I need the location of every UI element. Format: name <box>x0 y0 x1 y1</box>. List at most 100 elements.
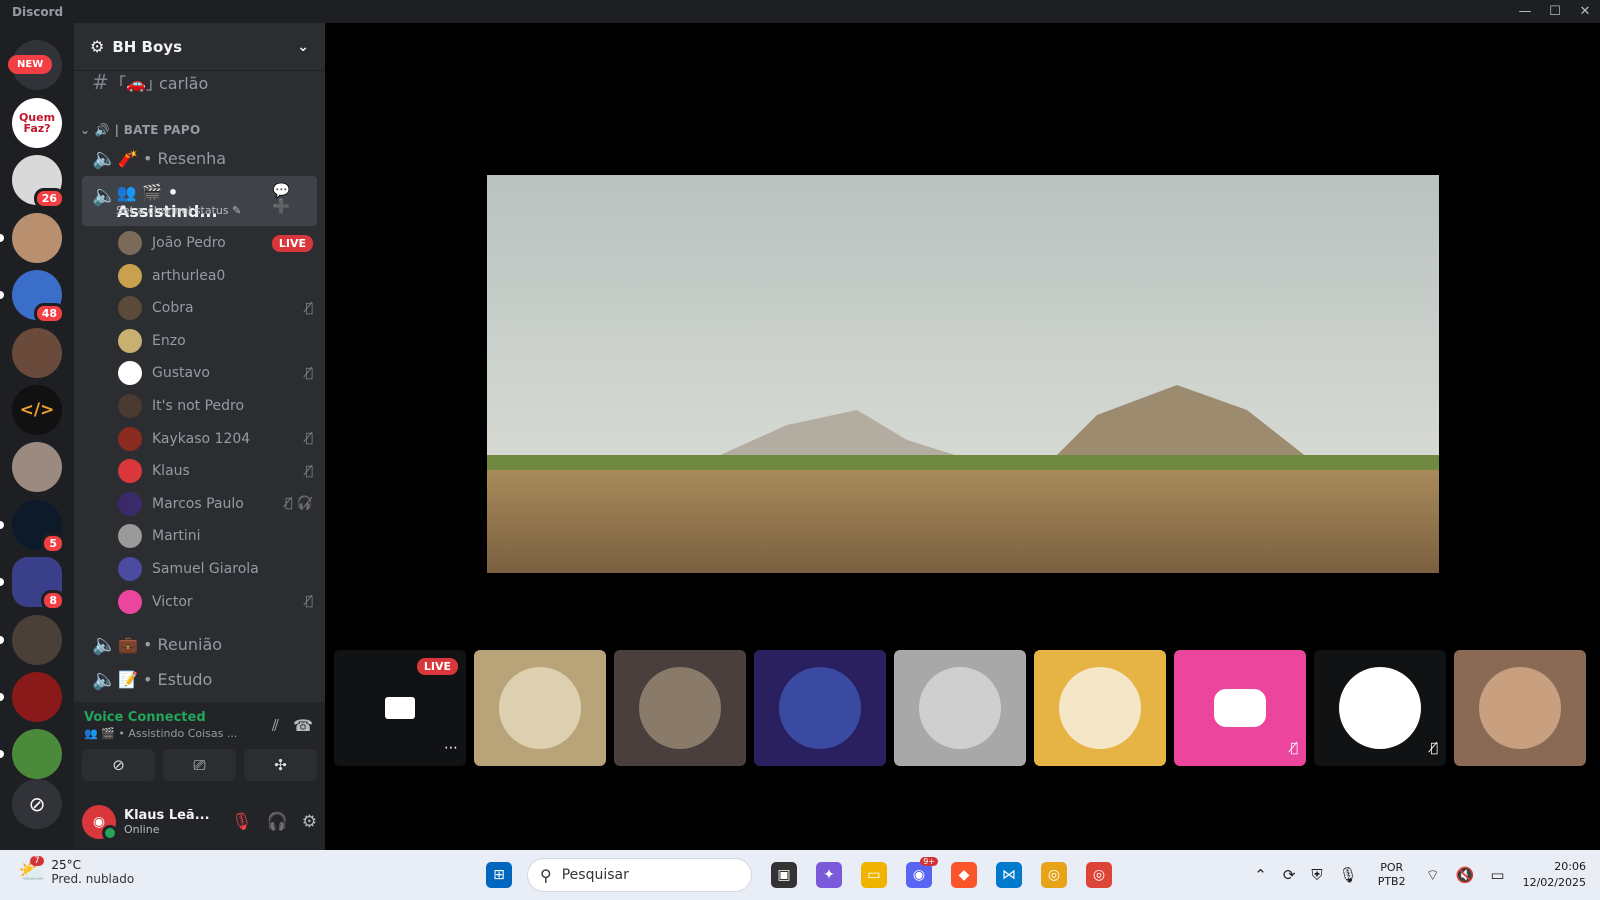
participant-tile[interactable]: 🎙̸ <box>1174 650 1306 766</box>
server-icon-puc[interactable]: 26 <box>12 155 65 209</box>
server-icon-anime[interactable]: 48 <box>0 270 65 324</box>
weather-widget[interactable]: ⛅ 7 25°C Pred. nublado <box>18 855 134 886</box>
avatar <box>118 361 142 386</box>
unread-pill <box>0 636 4 644</box>
voice-member[interactable]: Samuel Giarola <box>118 554 313 584</box>
chrome-profile-icon[interactable]: ◎ <box>1086 862 1112 888</box>
chevron-up-icon[interactable]: ⌃ <box>1254 866 1267 884</box>
server-folder[interactable]: 8 <box>0 557 65 611</box>
channel-estudo[interactable]: 🔈 📝 • Estudo <box>82 663 317 695</box>
server-icon-frog[interactable] <box>0 729 62 779</box>
stream-view[interactable] <box>487 175 1439 573</box>
participant-tile[interactable] <box>894 650 1026 766</box>
server-icon-photo[interactable] <box>12 442 62 492</box>
avatar <box>919 667 1001 749</box>
sync-icon[interactable]: ⟳ <box>1283 866 1296 884</box>
server-icon-code[interactable]: </> <box>12 385 62 435</box>
maximize-button[interactable]: ☐ <box>1540 0 1570 23</box>
avatar <box>118 426 142 451</box>
voice-member[interactable]: Cobra 🎙̸ <box>118 293 313 323</box>
server-list: NEW A8 Quem Faz? 26 48 </> 5 8 ⊘ <box>0 23 74 850</box>
headphones-icon[interactable]: 🎧 <box>267 812 288 832</box>
mute-icon[interactable]: 🎙 <box>231 812 253 832</box>
member-name: arthurlea0 <box>152 267 226 284</box>
avatar[interactable]: ◉ <box>82 805 118 841</box>
file-explorer-icon[interactable]: ▭ <box>861 862 887 888</box>
participant-tile[interactable] <box>1454 650 1586 766</box>
server-icon-room[interactable] <box>0 615 62 665</box>
chat-icon[interactable]: 💬 ➕ <box>272 183 309 215</box>
noise-icon[interactable]: ⫽ <box>272 716 279 736</box>
voice-member[interactable]: João Pedro LIVE <box>118 228 313 258</box>
more-icon[interactable]: ⋯ <box>444 740 458 756</box>
search-box[interactable]: ⚲ Pesquisar <box>527 858 752 892</box>
participant-tile-screen[interactable]: LIVE ⋯ <box>334 650 466 766</box>
mute-icon: 🎙̸ <box>305 594 313 610</box>
participant-tile[interactable] <box>1034 650 1166 766</box>
server-icon-portrait[interactable] <box>12 328 62 378</box>
voice-member[interactable]: It's not Pedro <box>118 391 313 421</box>
chevron-down-icon[interactable]: ⌄ <box>297 39 309 55</box>
avatar <box>1059 667 1141 749</box>
language-indicator[interactable]: POR PTB2 <box>1378 861 1406 889</box>
close-button[interactable]: ✕ <box>1570 0 1600 23</box>
avatar <box>118 524 142 549</box>
clock[interactable]: 20:06 12/02/2025 <box>1523 859 1586 891</box>
voice-member[interactable]: arthurlea0 <box>118 261 313 291</box>
battery-icon[interactable]: ▭ <box>1490 866 1504 884</box>
voice-member[interactable]: Kaykaso 1204 🎙̸ <box>118 424 313 454</box>
server-icon-emblem[interactable] <box>0 672 62 722</box>
channel-status[interactable]: Set a channel status ✎ <box>116 204 241 217</box>
mute-icon: 🎙̸ <box>305 365 313 381</box>
task-view-icon[interactable]: ▣ <box>771 862 797 888</box>
disconnect-icon[interactable]: ☎ <box>293 716 313 736</box>
participant-tile[interactable] <box>474 650 606 766</box>
channel-resenha[interactable]: 🔈 🧨 • Resenha <box>82 142 317 174</box>
participant-tile[interactable]: 🎙̸ <box>1314 650 1446 766</box>
guild-header[interactable]: ⚙ BH Boys ⌄ <box>74 23 325 71</box>
member-name: Cobra <box>152 300 194 317</box>
participant-tile[interactable] <box>614 650 746 766</box>
discord-logo-icon <box>1214 689 1266 727</box>
participant-tile[interactable] <box>754 650 886 766</box>
member-name: Samuel Giarola <box>152 561 259 577</box>
discover-icon[interactable]: ⊘ <box>12 779 62 829</box>
volume-mute-icon[interactable]: 🔇 <box>1456 866 1475 884</box>
channel-assistindo[interactable]: 🔈 👥 🎬 • Assistind... 💬 ➕ Set a channel s… <box>82 176 317 226</box>
server-icon-quemfaz[interactable]: Quem Faz? <box>12 98 62 148</box>
avatar <box>118 557 142 581</box>
guild-name: BH Boys <box>112 37 182 56</box>
windows-start-icon[interactable]: ⊞ <box>486 862 512 888</box>
camera-off-button[interactable]: ⊘ <box>82 749 155 781</box>
minimize-button[interactable]: — <box>1510 0 1540 23</box>
copilot-icon[interactable]: ✦ <box>816 862 842 888</box>
user-name[interactable]: Klaus Leã... <box>124 808 210 823</box>
voice-member[interactable]: Klaus 🎙̸ <box>118 456 313 486</box>
settings-gear-icon[interactable]: ⚙ <box>302 812 317 832</box>
chrome-icon[interactable]: ◎ <box>1041 862 1067 888</box>
voice-member[interactable]: Enzo <box>118 326 313 356</box>
server-icon-glasses[interactable] <box>0 213 62 263</box>
share-screen-button[interactable]: ⎚ <box>163 749 236 781</box>
voice-channel[interactable]: 👥 🎬 • Assistindo Coisas ... <box>84 727 237 740</box>
voice-member[interactable]: Marcos Paulo 🎙̸ 🎧̸ <box>118 489 313 519</box>
activities-button[interactable]: ✣ <box>244 749 317 781</box>
voice-member[interactable]: Martini <box>118 521 313 551</box>
category-bate-papo[interactable]: ⌄ 🔊 | BATE PAPO <box>80 123 200 137</box>
discord-taskbar-icon[interactable]: ◉ 9+ <box>906 857 938 888</box>
voice-member[interactable]: Victor 🎙̸ <box>118 587 313 617</box>
voice-member[interactable]: Gustavo 🎙̸ <box>118 358 313 388</box>
channel-carlao[interactable]: # ｢🚗｣ carlão <box>82 66 317 98</box>
channel-reuniao[interactable]: 🔈 💼 • Reunião <box>82 628 317 660</box>
vscode-icon[interactable]: ⋈ <box>996 862 1022 888</box>
wifi-icon[interactable]: ⌔ <box>1426 866 1440 885</box>
security-shield-icon[interactable]: ⛨ <box>1311 866 1322 884</box>
microphone-icon[interactable]: 🎙 <box>1339 866 1358 884</box>
brave-icon[interactable]: ◆ <box>951 862 977 888</box>
member-name: Enzo <box>152 332 186 349</box>
voice-buttons: ⊘ ⎚ ✣ <box>82 749 317 781</box>
voice-status[interactable]: Voice Connected <box>84 710 206 725</box>
live-badge: LIVE <box>416 658 458 675</box>
user-controls: 🎙 🎧 ⚙ <box>231 812 317 832</box>
server-icon-rosconia[interactable]: 5 <box>0 500 65 554</box>
